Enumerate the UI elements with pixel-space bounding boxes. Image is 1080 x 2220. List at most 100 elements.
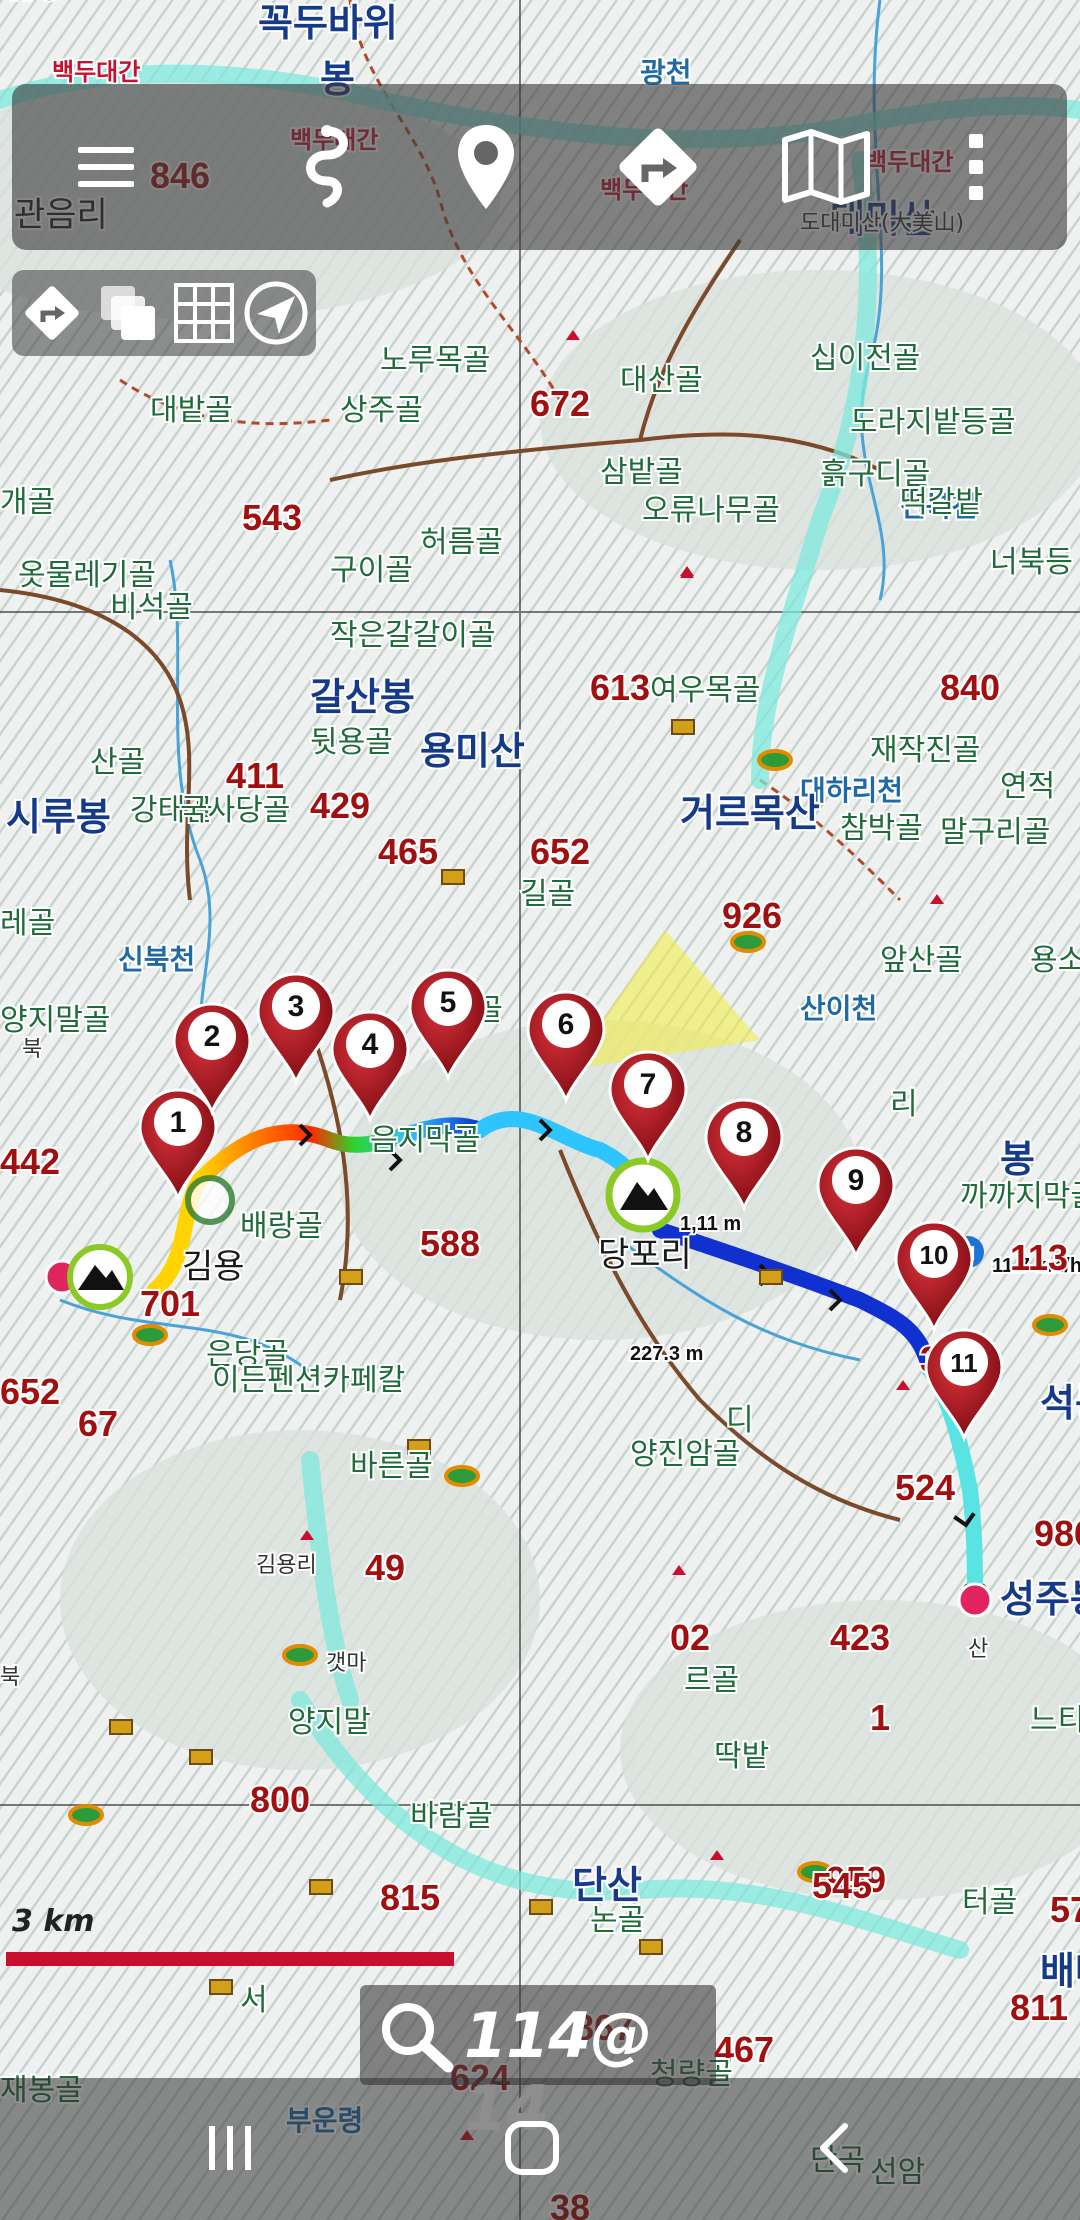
map-label-elev: 986	[1034, 1513, 1080, 1554]
map-label-elev: 588	[420, 1223, 480, 1264]
map-label-mountain: 봉	[1000, 1137, 1035, 1181]
map-label-valley: 음지막골	[370, 1123, 480, 1158]
map-label-valley: 도라지밭등골	[850, 405, 1016, 440]
map-label-valley: 여우목골	[650, 673, 760, 708]
map-label-elev: 652	[0, 1371, 60, 1412]
map-label-valley: 상주골	[340, 393, 423, 428]
map-label-elev: 442	[0, 1141, 60, 1182]
compass-pointer-icon[interactable]	[240, 270, 312, 356]
map-label-valley: 삼밭골	[600, 455, 683, 490]
location-pin-icon[interactable]	[426, 84, 546, 250]
map-label-valley: 뒷용골	[310, 725, 393, 760]
map-label-elev: 543	[242, 497, 302, 538]
route-icon[interactable]	[267, 84, 387, 250]
directions-small-icon[interactable]	[16, 270, 88, 356]
menu-icon[interactable]	[46, 84, 166, 250]
map-label-elev: 672	[530, 383, 590, 424]
waypoint-label: 8	[736, 1116, 753, 1149]
map-label-elev: 113	[1010, 1237, 1068, 1278]
map-label-valley: 허름골	[420, 525, 503, 560]
map-label-elev: 613	[590, 667, 650, 708]
waypoint-label: 7	[640, 1068, 657, 1101]
map-label-valley: 떡갈밭	[900, 485, 983, 520]
map-label-small: 산	[968, 1637, 988, 1662]
map-label-valley: 양진암골	[630, 1437, 740, 1472]
waypoint-label: 11	[950, 1348, 978, 1378]
layers-icon[interactable]	[92, 270, 164, 356]
map-label-elev: 652	[530, 831, 590, 872]
map-label-elev: 815	[380, 1877, 440, 1918]
map-label-valley: 연적	[1000, 769, 1055, 804]
map-label-mountain: 용미산	[420, 729, 525, 773]
map-label-valley: 참박골	[840, 811, 923, 846]
waypoint-label: 10	[920, 1240, 949, 1270]
map-label-valley: 구이골	[330, 553, 413, 588]
map-label-small: 북	[0, 1665, 20, 1690]
map-label-valley: 서	[240, 1983, 268, 2018]
waypoint-label: 2	[204, 1020, 221, 1053]
waypoint-label: 4	[362, 1028, 379, 1061]
back-icon[interactable]	[775, 2098, 895, 2198]
map-label-valley: 양지말	[288, 1705, 371, 1740]
map-label-village: 당포리	[598, 1235, 692, 1275]
map-label-valley: 배랑골	[240, 1209, 323, 1244]
map-label-mountain: 꼭두바위	[258, 1, 398, 45]
map-label-elev: 423	[830, 1617, 890, 1658]
end-marker[interactable]	[957, 1582, 993, 1618]
map-label-valley: 재작진골	[870, 733, 980, 768]
map-label-small: 북	[22, 1037, 42, 1062]
map-label-valley: 논골	[590, 1903, 645, 1938]
map-label-valley: 개골	[0, 485, 55, 520]
map-label-valley: 디	[726, 1403, 754, 1438]
grid-icon[interactable]	[168, 270, 240, 356]
map-label-valley: 노루목골	[380, 343, 490, 378]
map-label-elev: 926	[722, 895, 782, 936]
distance-info-label: 1,11 m	[680, 1213, 741, 1235]
scale-bar	[6, 1952, 454, 1966]
map-icon[interactable]	[766, 84, 886, 250]
map-label-valley: 까까지막골	[960, 1179, 1080, 1214]
map-label-valley: 용소골	[1030, 943, 1080, 978]
map-label-mountain: 거르목산	[680, 791, 820, 835]
zoom-search-box[interactable]: 114@ 14	[360, 1985, 716, 2145]
more-vert-icon[interactable]	[936, 84, 1016, 250]
map-label-village: 김용	[182, 1247, 245, 1287]
map-label-valley: 레골	[0, 906, 55, 941]
map-label-valley: 리	[890, 1087, 918, 1122]
map-label-elev: 411	[226, 755, 284, 796]
map-label-valley: 대산골	[620, 363, 703, 398]
map-label-valley: 산골	[90, 745, 145, 780]
map-label-valley: 터골	[962, 1885, 1017, 1920]
map-label-mountain: 갈산봉	[310, 675, 415, 719]
map-label-elev: 465	[378, 831, 438, 872]
map-label-elev: 02	[670, 1617, 710, 1658]
map-label-elev: 811	[1010, 1987, 1068, 2028]
map-label-valley: 이든펜션카페칼	[212, 1363, 405, 1398]
map-label-valley: 옷물레기골	[18, 558, 156, 593]
search-icon[interactable]	[378, 1999, 454, 2077]
top-toolbar	[12, 84, 1067, 250]
map-label-elev: 49	[365, 1547, 405, 1588]
map-label-valley: 오류나무골	[642, 493, 780, 528]
map-label-elev: 575	[1050, 1889, 1080, 1930]
map-label-valley: 느티나무골	[1030, 1703, 1080, 1738]
map-label-elev: 800	[250, 1779, 310, 1820]
map-label-trail: 백두대간	[52, 58, 140, 86]
directions-icon[interactable]	[598, 84, 718, 250]
map-label-valley: 딱밭	[714, 1739, 769, 1774]
recent-apps-icon[interactable]	[170, 2098, 290, 2198]
home-icon[interactable]	[472, 2098, 592, 2198]
map-label-elev: 545	[812, 1865, 872, 1906]
map-label-valley: 바람골	[410, 1799, 493, 1834]
map-label-elev: 429	[310, 785, 370, 826]
map-label-valley: 국사당골	[180, 793, 290, 828]
waypoint-label: 9	[848, 1164, 865, 1197]
map-label-valley: 길골	[520, 877, 575, 912]
map-label-valley: 십이전골	[810, 341, 920, 376]
map-label-valley: 비석골	[110, 590, 193, 625]
map-label-small: 김용리	[256, 1553, 317, 1578]
map-label-elev: 1	[870, 1697, 890, 1738]
scale-label: 3 km	[12, 1904, 95, 1939]
map-label-valley: 르골	[684, 1663, 739, 1698]
map-label-elev: 479	[0, 0, 60, 8]
